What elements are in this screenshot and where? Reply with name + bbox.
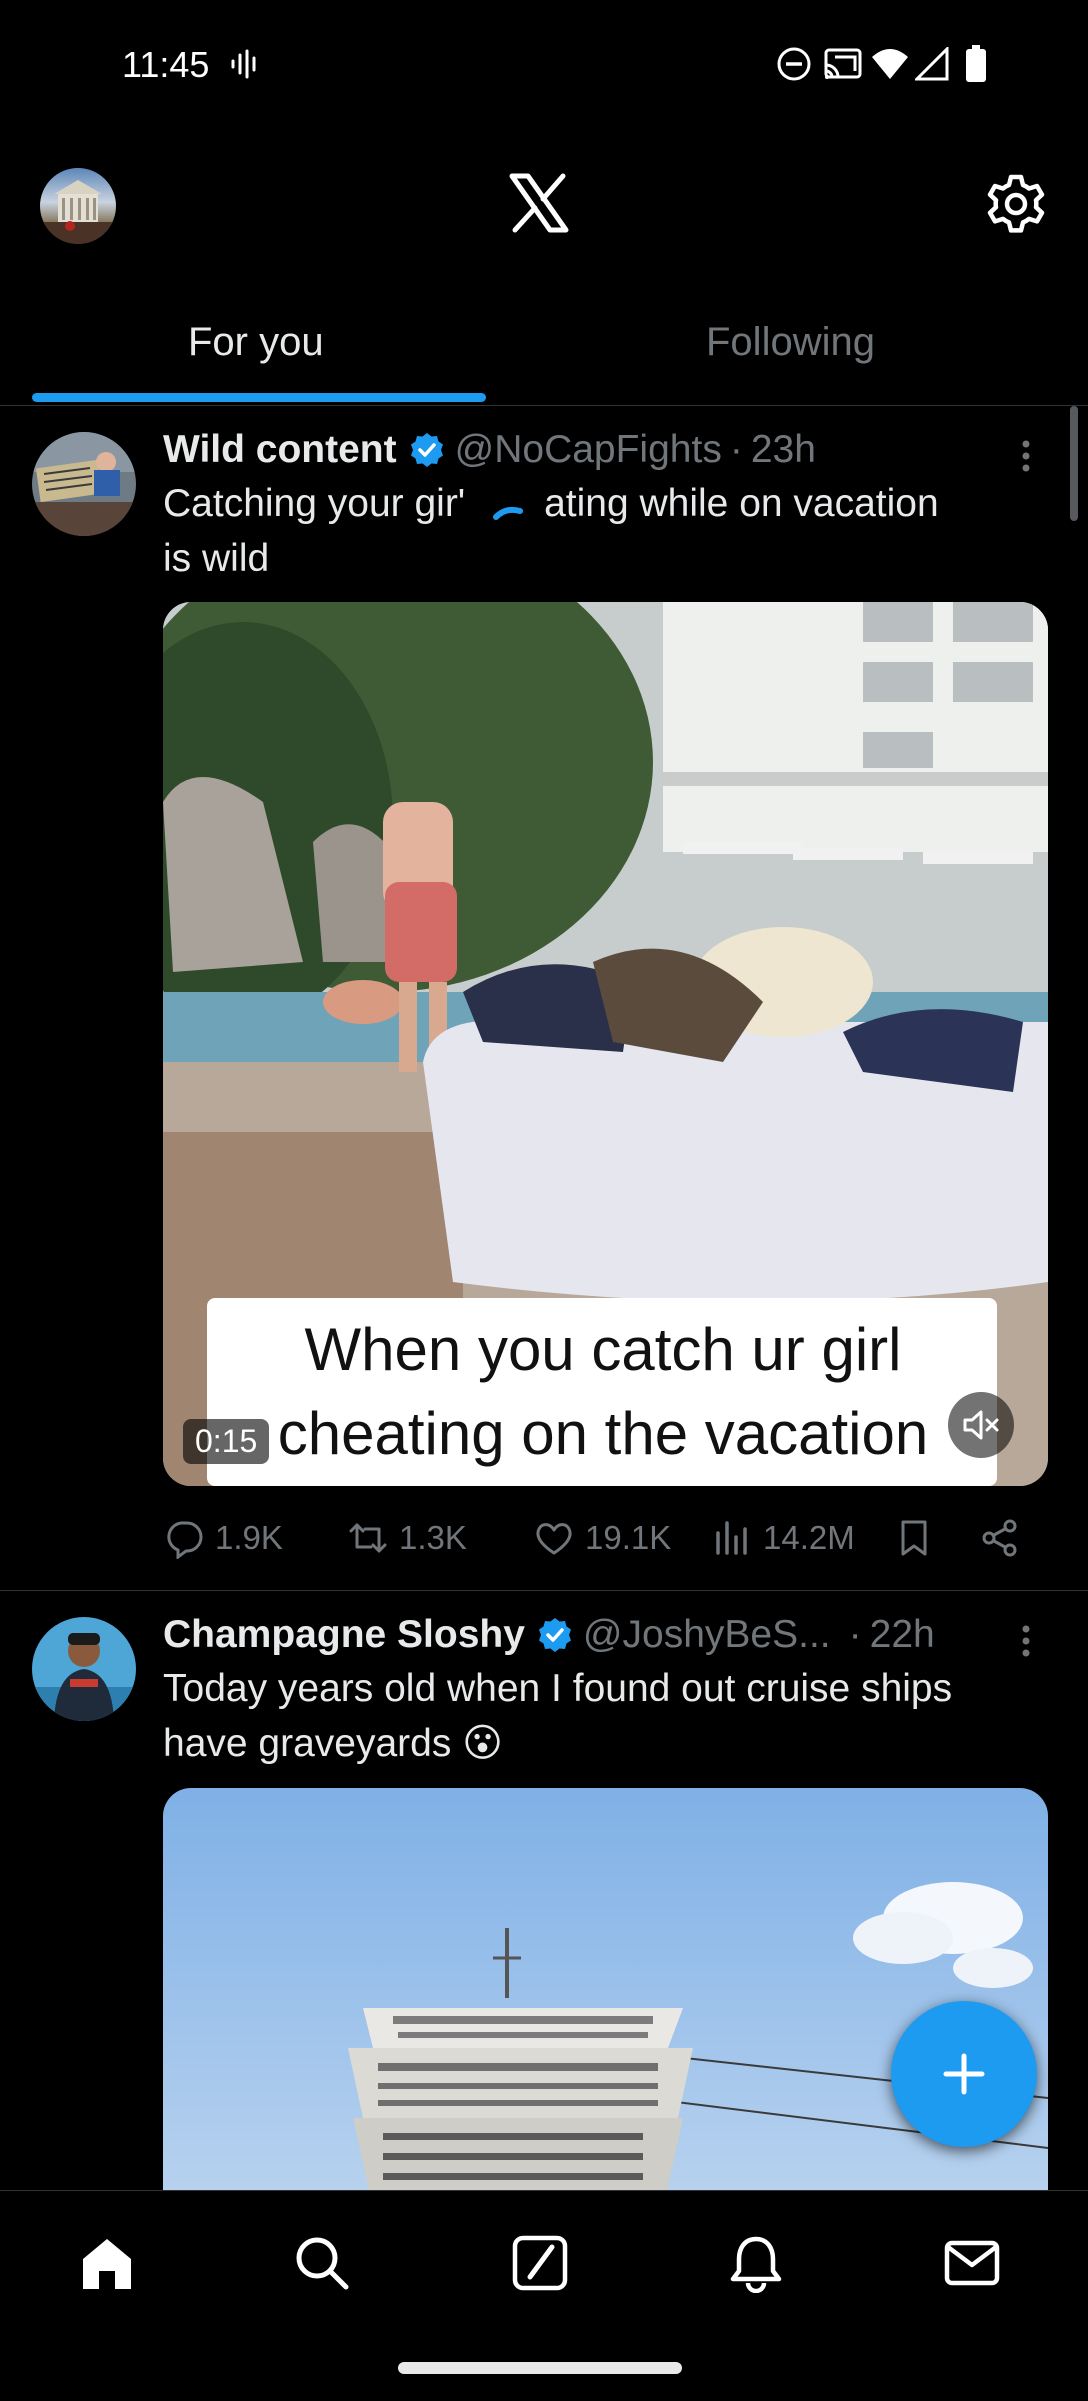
more-options-icon[interactable] (1016, 1621, 1036, 1661)
search-icon[interactable] (292, 2233, 352, 2293)
bell-icon[interactable] (726, 2233, 786, 2294)
video-caption-line1: When you catch ur girl (305, 1316, 902, 1383)
grok-icon[interactable] (510, 2233, 570, 2293)
cast-icon (822, 44, 864, 84)
author-name[interactable]: Wild content (163, 428, 397, 472)
verified-badge-icon (537, 1617, 573, 1653)
separator: · (729, 428, 743, 471)
heart-icon (536, 1523, 572, 1555)
tweet-header: Champagne Sloshy @JoshyBeS... · 22h (163, 1613, 935, 1657)
repost-count: 1.3K (399, 1519, 467, 1556)
repost-button[interactable]: 1.3K (347, 1508, 467, 1568)
mute-icon[interactable] (948, 1392, 1014, 1458)
tweet-video[interactable]: When you catch ur girl cheating on the v… (163, 602, 1048, 1486)
compose-button[interactable] (891, 2001, 1037, 2147)
share-icon[interactable] (979, 1508, 1021, 1568)
tweet-text: Today years old when I found out cruise … (163, 1661, 1043, 1771)
do-not-disturb-icon (775, 44, 813, 84)
author-name[interactable]: Champagne Sloshy (163, 1613, 525, 1657)
tweet-text: Catching your gir' ating while on vacati… (163, 476, 1043, 586)
mail-icon[interactable] (942, 2233, 1002, 2293)
wifi-icon (870, 44, 910, 84)
repost-icon (349, 1523, 387, 1553)
tweet-text-line: have graveyards 😮 (163, 1722, 503, 1765)
cell-signal-icon (914, 44, 950, 84)
reply-icon (167, 1521, 203, 1559)
like-button[interactable]: 19.1K (533, 1508, 671, 1568)
video-caption-line2: cheating on the vacation (278, 1400, 928, 1467)
views-count: 14.2M (763, 1519, 855, 1556)
voice-activity-icon (230, 44, 260, 84)
video-duration: 0:15 (183, 1419, 270, 1464)
loading-spinner-icon (490, 491, 530, 521)
tab-for-you[interactable]: For you (188, 320, 324, 365)
author-avatar[interactable] (32, 1617, 136, 1721)
plus-icon (943, 2053, 985, 2095)
timeline-tabs: For you Following (0, 290, 1088, 406)
separator: · (848, 1613, 862, 1656)
tweet-header: Wild content @NoCapFights · 23h (163, 428, 816, 472)
author-handle[interactable]: @JoshyBeS... (583, 1613, 831, 1657)
status-bar: 11:45 (0, 0, 1088, 135)
views-icon (716, 1521, 747, 1555)
battery-icon (964, 44, 988, 84)
active-tab-indicator (32, 393, 486, 402)
x-logo-icon[interactable] (508, 172, 570, 234)
tweet-text-line: Today years old when I found out cruise … (163, 1667, 953, 1710)
tweet-text-line: is wild (163, 537, 270, 580)
tweet-text-line: ating while on vacation (544, 482, 939, 525)
home-icon[interactable] (77, 2233, 137, 2293)
author-handle[interactable]: @NoCapFights (455, 428, 722, 472)
tweet-age[interactable]: 22h (870, 1613, 935, 1657)
gesture-home-indicator[interactable] (398, 2362, 682, 2374)
tweet-actions: 1.9K 1.3K 19.1K 14.2M (163, 1508, 1048, 1568)
author-avatar[interactable] (32, 432, 136, 536)
gear-icon[interactable] (984, 172, 1048, 236)
verified-badge-icon (409, 432, 445, 468)
status-time: 11:45 (122, 44, 210, 85)
tab-following[interactable]: Following (706, 320, 875, 365)
like-count: 19.1K (585, 1519, 672, 1556)
more-options-icon[interactable] (1016, 436, 1036, 476)
reply-count: 1.9K (215, 1519, 283, 1556)
tweet-image[interactable] (163, 1788, 1048, 2208)
profile-avatar[interactable] (40, 168, 116, 244)
reply-button[interactable]: 1.9K (163, 1508, 283, 1568)
tweet-age[interactable]: 23h (751, 428, 816, 472)
views-button[interactable]: 14.2M (711, 1508, 855, 1568)
bookmark-icon[interactable] (893, 1508, 935, 1568)
tweet[interactable]: Wild content @NoCapFights · 23h Catching… (0, 406, 1088, 1589)
tweet-text-line: Catching your gir' (163, 482, 466, 525)
